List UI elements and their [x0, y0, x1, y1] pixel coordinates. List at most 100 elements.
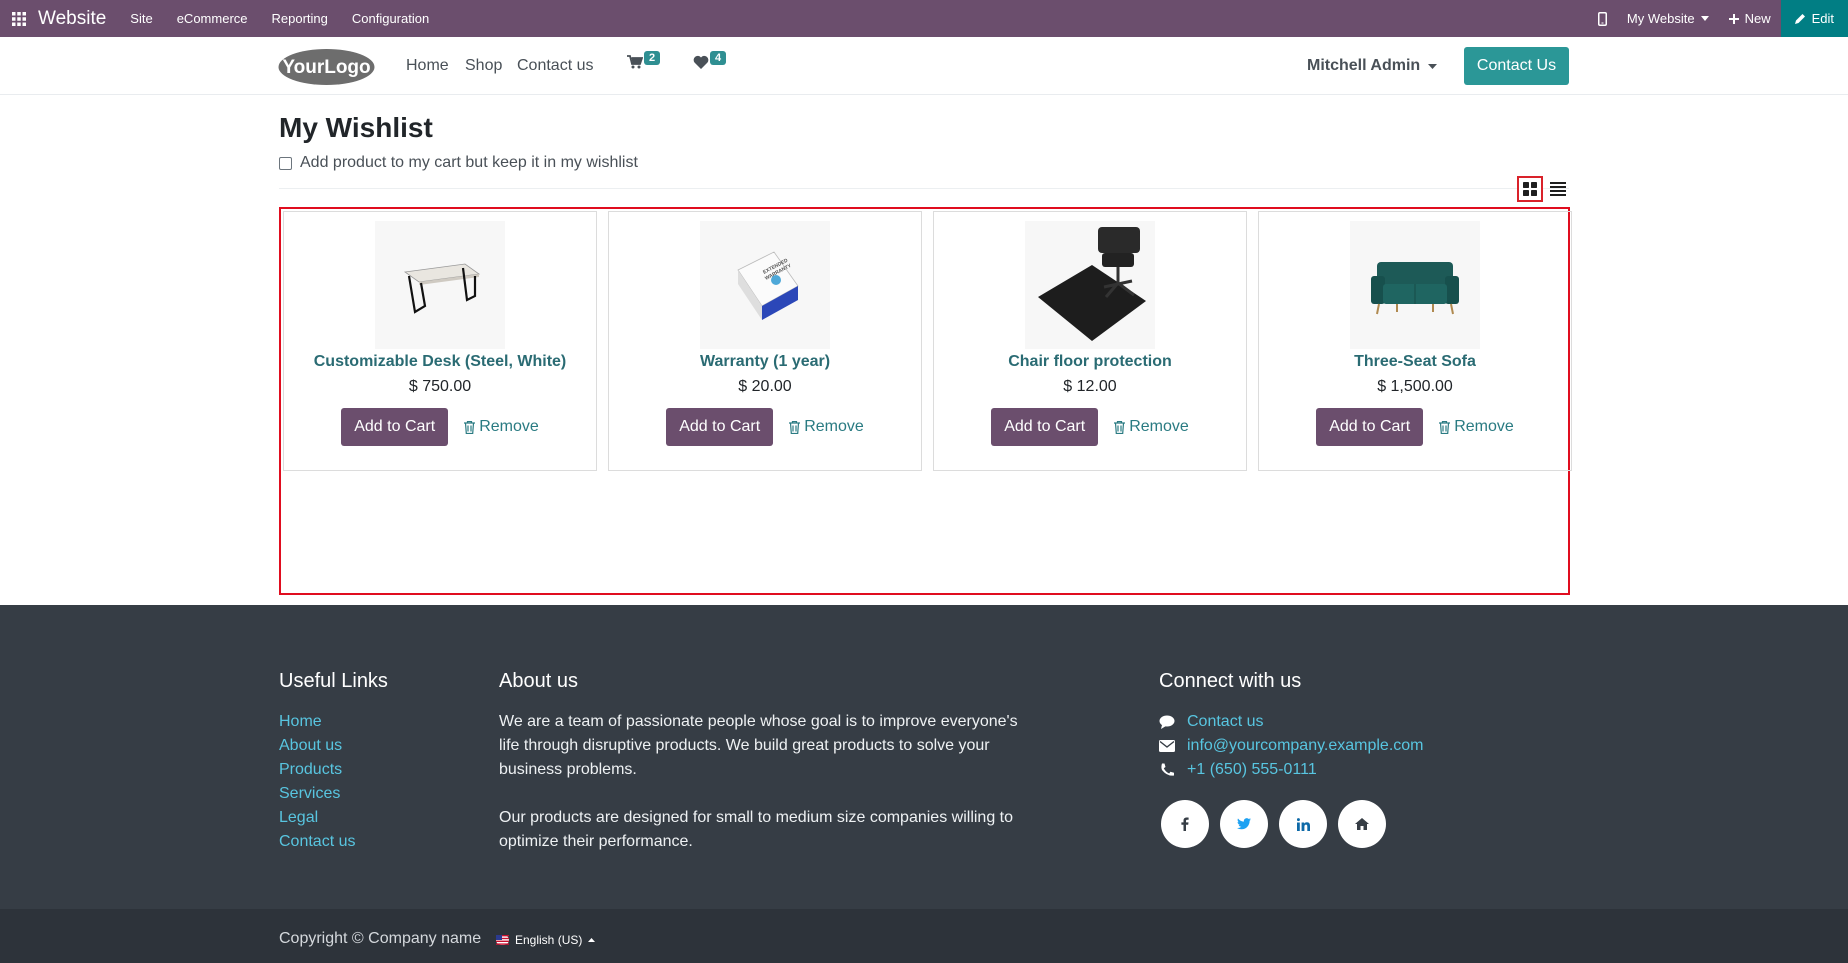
grid-view-button[interactable]	[1517, 176, 1543, 202]
product-price: $ 20.00	[738, 378, 792, 395]
keep-in-wishlist-checkbox[interactable]	[279, 156, 292, 170]
product-price: $ 1,500.00	[1377, 378, 1453, 395]
nav-contact-us[interactable]: Contact us	[517, 57, 593, 75]
footer-link-about-us[interactable]: About us	[279, 734, 355, 758]
nav-home[interactable]: Home	[406, 57, 449, 75]
connect-email[interactable]: info@yourcompany.example.com	[1159, 734, 1424, 758]
add-to-cart-button[interactable]: Add to Cart	[1316, 408, 1424, 446]
copyright-text: Copyright © Company name	[279, 930, 482, 947]
about-paragraph-2: Our products are designed for small to m…	[499, 809, 1014, 850]
footer-link-contact-us[interactable]: Contact us	[279, 830, 355, 854]
wishlist-card: EXTENDED WARRANTY Warranty (1 year) $ 20…	[608, 211, 922, 471]
edit-button[interactable]: Edit	[1780, 0, 1848, 37]
remove-label: Remove	[1129, 418, 1189, 435]
menu-ecommerce[interactable]: eCommerce	[177, 11, 248, 26]
card-actions: Add to Cart Remove	[284, 408, 596, 446]
footer-link-services[interactable]: Services	[279, 782, 355, 806]
app-brand[interactable]: Website	[38, 8, 106, 30]
keep-in-wishlist-label: Add product to my cart but keep it in my…	[300, 154, 638, 171]
apps-menu-icon[interactable]	[0, 0, 38, 37]
product-price: $ 750.00	[408, 378, 472, 395]
footer-link-home[interactable]: Home	[279, 710, 355, 734]
add-to-cart-button[interactable]: Add to Cart	[341, 408, 449, 446]
site-logo[interactable]: YourLogo	[278, 48, 375, 86]
us-flag-icon	[496, 935, 509, 945]
trash-icon	[1114, 420, 1126, 434]
copyright-bar: Copyright © Company name English (US)	[0, 909, 1848, 963]
website-selector[interactable]: My Website	[1617, 0, 1719, 37]
useful-links: Home About us Products Services Legal Co…	[279, 710, 355, 854]
language-label: English (US)	[515, 933, 583, 947]
connect-phone[interactable]: +1 (650) 555-0111	[1159, 758, 1424, 782]
pencil-icon	[1794, 14, 1805, 24]
connect-phone-label: +1 (650) 555-0111	[1187, 761, 1317, 778]
comment-icon	[1159, 715, 1175, 729]
mobile-preview-button[interactable]	[1588, 0, 1617, 37]
product-name[interactable]: Three-Seat Sofa	[1259, 353, 1571, 371]
connect-contact-label: Contact us	[1187, 713, 1264, 730]
product-name[interactable]: Warranty (1 year)	[609, 353, 921, 371]
product-name[interactable]: Chair floor protection	[934, 353, 1246, 371]
logo-text: YourLogo	[282, 57, 370, 78]
menu-reporting[interactable]: Reporting	[272, 11, 328, 26]
remove-button[interactable]: Remove	[789, 418, 864, 436]
divider	[279, 188, 1569, 189]
about-paragraph-1: We are a team of passionate people whose…	[499, 713, 1018, 778]
wishlist-card: Chair floor protection $ 12.00 Add to Ca…	[933, 211, 1247, 471]
product-name[interactable]: Customizable Desk (Steel, White)	[284, 353, 596, 371]
warranty-box-image[interactable]: EXTENDED WARRANTY	[700, 221, 830, 349]
wishlist-card: Three-Seat Sofa $ 1,500.00 Add to Cart R…	[1258, 211, 1572, 471]
caret-down-icon	[1700, 16, 1709, 21]
home-button[interactable]	[1338, 800, 1386, 848]
connect-contact[interactable]: Contact us	[1159, 710, 1424, 734]
add-to-cart-button[interactable]: Add to Cart	[666, 408, 774, 446]
facebook-button[interactable]	[1161, 800, 1209, 848]
grid-icon	[1523, 182, 1537, 196]
page-title: My Wishlist	[279, 112, 433, 143]
edit-label: Edit	[1811, 11, 1834, 26]
menu-configuration[interactable]: Configuration	[352, 11, 429, 26]
remove-label: Remove	[1454, 418, 1514, 435]
remove-button[interactable]: Remove	[464, 418, 539, 436]
about-us-text: We are a team of passionate people whose…	[499, 710, 1039, 854]
view-toggle	[1517, 176, 1571, 202]
plus-icon	[1728, 13, 1739, 24]
remove-button[interactable]: Remove	[1439, 418, 1514, 436]
contact-us-button[interactable]: Contact Us	[1464, 47, 1569, 85]
caret-down-icon	[1428, 63, 1438, 69]
wishlist-link[interactable]: 4	[693, 51, 727, 69]
new-button[interactable]: New	[1719, 0, 1781, 37]
phone-icon	[1161, 763, 1174, 776]
footer: Useful Links Home About us Products Serv…	[0, 605, 1848, 909]
menu-site[interactable]: Site	[130, 11, 152, 26]
footer-link-products[interactable]: Products	[279, 758, 355, 782]
list-icon	[1550, 182, 1566, 196]
twitter-button[interactable]	[1220, 800, 1268, 848]
desk-image[interactable]	[375, 221, 505, 349]
new-label: New	[1744, 11, 1771, 26]
card-actions: Add to Cart Remove	[1259, 408, 1571, 446]
cart-link[interactable]: 2	[627, 51, 661, 69]
mobile-icon	[1597, 11, 1607, 26]
remove-label: Remove	[479, 418, 539, 435]
remove-button[interactable]: Remove	[1114, 418, 1189, 436]
useful-links-title: Useful Links	[279, 670, 388, 692]
keep-in-wishlist-option[interactable]: Add product to my cart but keep it in my…	[279, 154, 638, 172]
card-actions: Add to Cart Remove	[609, 408, 921, 446]
user-menu[interactable]: Mitchell Admin	[1307, 57, 1438, 75]
chair-mat-image[interactable]	[1025, 221, 1155, 349]
admin-bar-right: My Website New Edit	[1588, 0, 1848, 37]
product-price: $ 12.00	[1063, 378, 1117, 395]
linkedin-button[interactable]	[1279, 800, 1327, 848]
list-view-button[interactable]	[1545, 176, 1571, 202]
connect-email-label: info@yourcompany.example.com	[1187, 737, 1424, 754]
linkedin-icon	[1296, 817, 1310, 831]
footer-link-legal[interactable]: Legal	[279, 806, 355, 830]
add-to-cart-button[interactable]: Add to Cart	[991, 408, 1099, 446]
nav-shop[interactable]: Shop	[465, 57, 502, 75]
sofa-image[interactable]	[1350, 221, 1480, 349]
caret-up-icon	[588, 938, 596, 942]
language-selector[interactable]: English (US)	[496, 933, 596, 947]
cart-count-badge: 2	[644, 51, 661, 65]
admin-bar: Website Site eCommerce Reporting Configu…	[0, 0, 1848, 37]
